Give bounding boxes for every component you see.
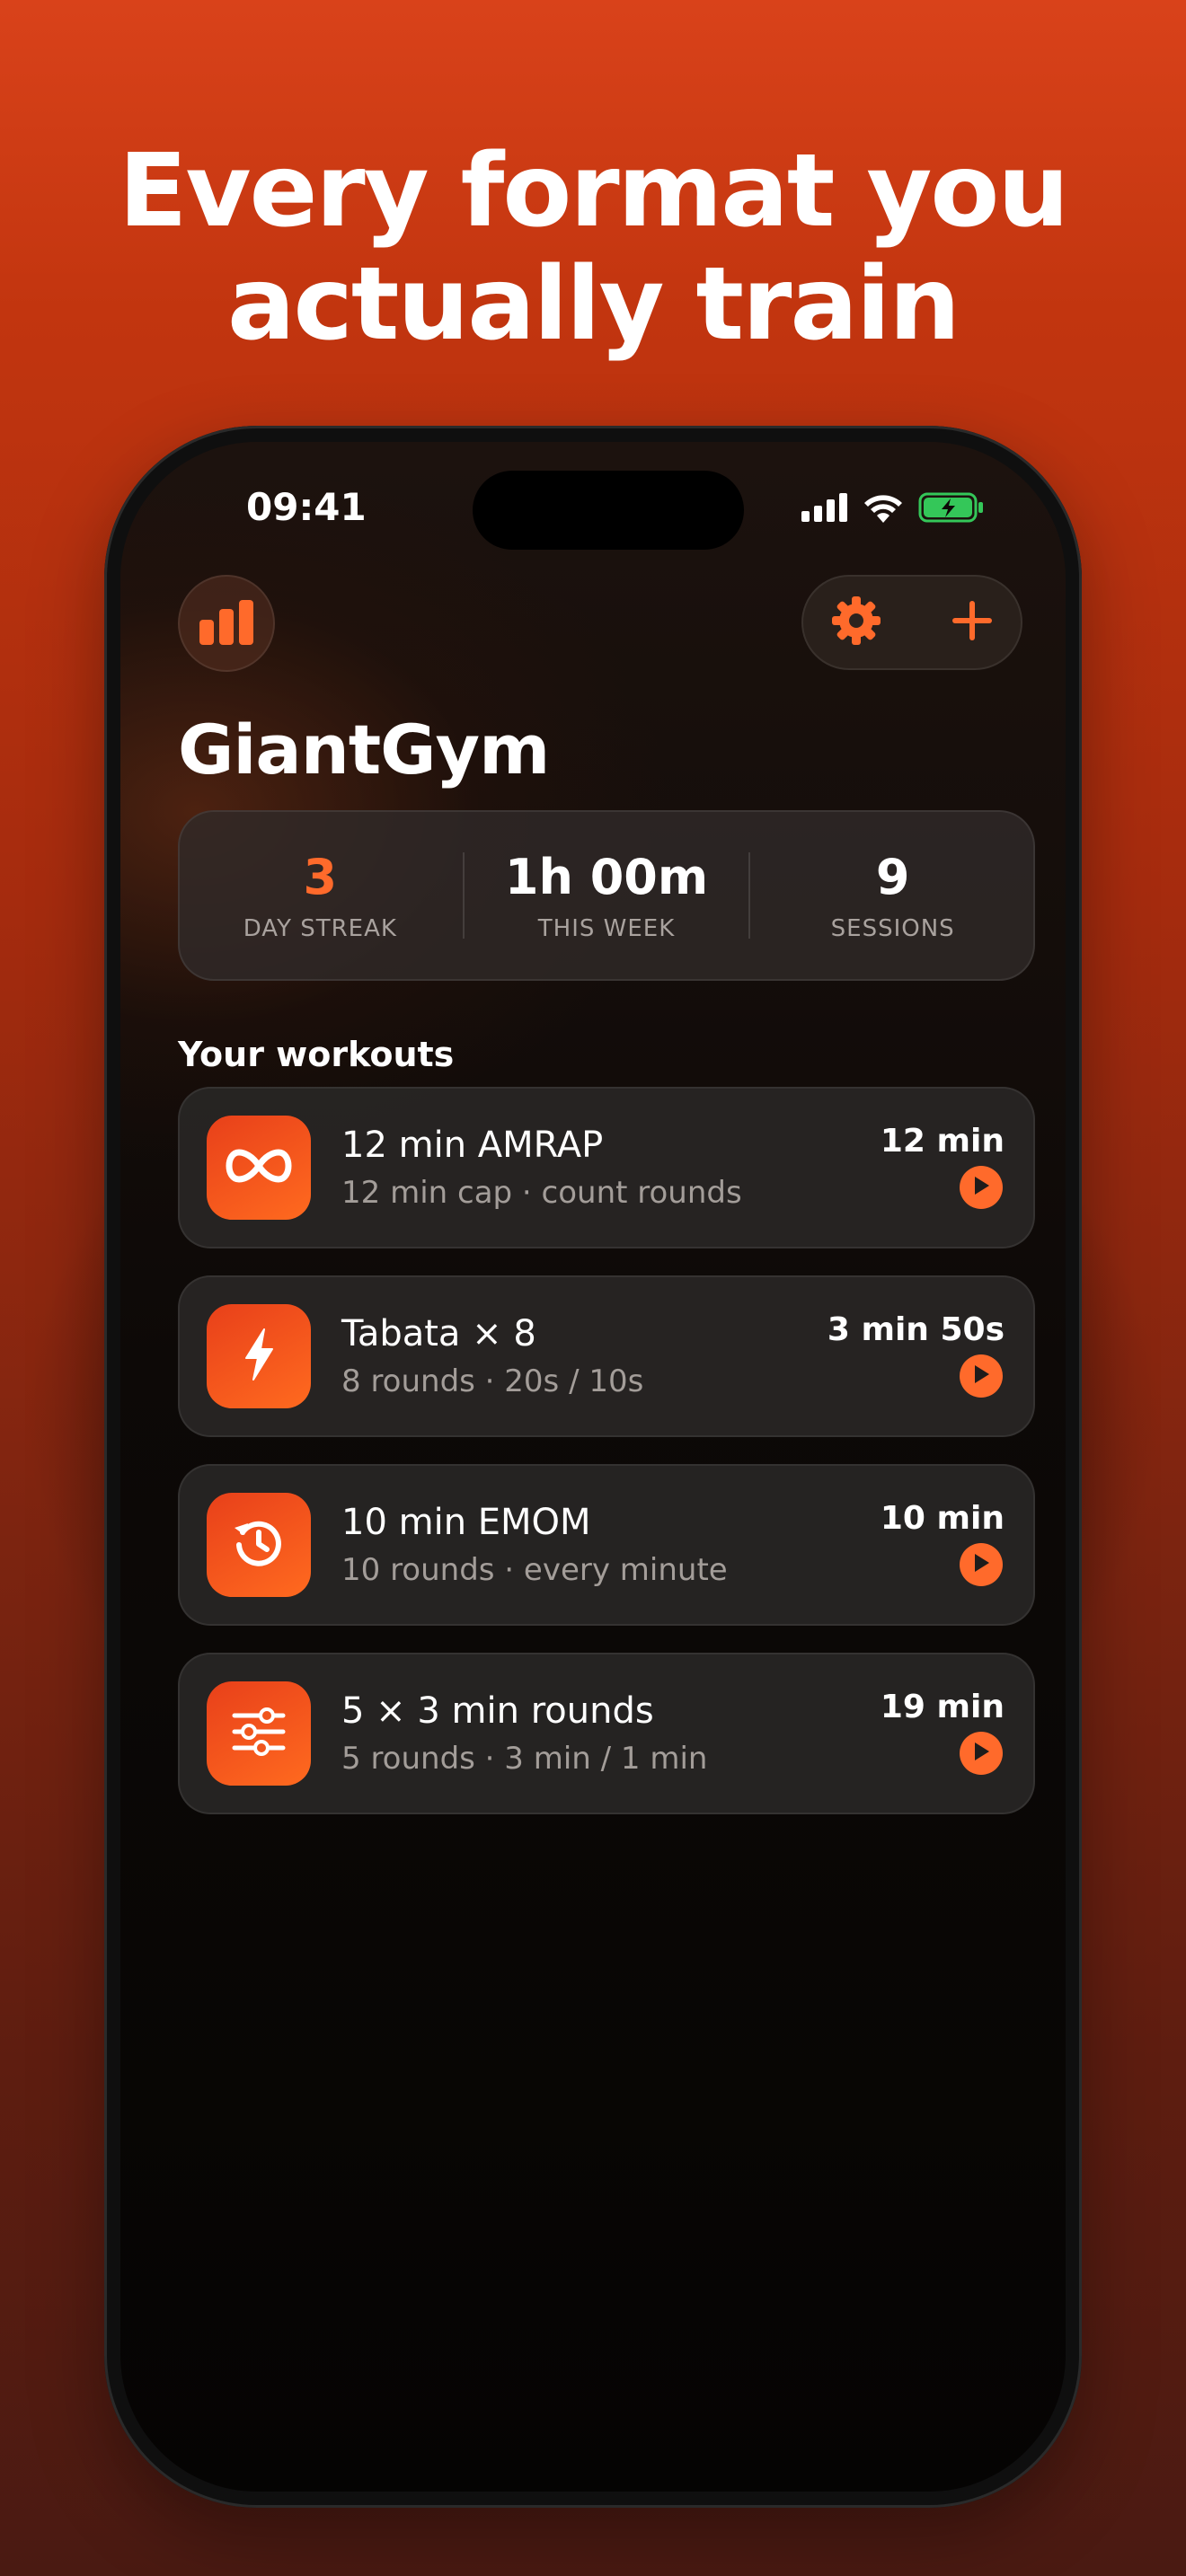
workout-icon-tile [207, 1681, 311, 1786]
app-title: GiantGym [178, 710, 550, 790]
toolbar-actions [801, 575, 1022, 670]
stat-this-week: 1h 00m THIS WEEK [465, 849, 749, 942]
status-time: 09:41 [246, 485, 367, 529]
workout-subtitle: 12 min cap · count rounds [341, 1175, 742, 1211]
settings-button[interactable] [830, 595, 882, 650]
workout-subtitle: 10 rounds · every minute [341, 1552, 728, 1588]
workout-name: 5 × 3 min rounds [341, 1690, 654, 1732]
history-clock-icon [231, 1515, 287, 1575]
play-icon [972, 1553, 990, 1576]
stats-button[interactable] [178, 575, 275, 672]
phone-frame: 09:41 GiantGym 3 DAY STREAK 1h 00m THIS … [104, 426, 1082, 2508]
workout-duration: 10 min [880, 1500, 1005, 1537]
workout-duration: 12 min [880, 1123, 1005, 1160]
add-workout-button[interactable] [951, 599, 994, 646]
wifi-icon [863, 492, 904, 526]
workout-card-emom[interactable]: 10 min EMOM 10 rounds · every minute 10 … [178, 1464, 1035, 1626]
play-icon [972, 1176, 990, 1199]
headline: Every format you actually train [0, 135, 1186, 361]
play-button[interactable] [960, 1354, 1003, 1398]
lightning-icon [241, 1328, 277, 1385]
stat-label: DAY STREAK [243, 915, 397, 942]
play-icon [972, 1742, 990, 1765]
section-title: Your workouts [178, 1035, 455, 1074]
cellular-signal-icon [801, 493, 848, 525]
workout-duration: 19 min [880, 1689, 1005, 1725]
workout-card-rounds[interactable]: 5 × 3 min rounds 5 rounds · 3 min / 1 mi… [178, 1653, 1035, 1814]
workout-subtitle: 5 rounds · 3 min / 1 min [341, 1741, 708, 1777]
stat-sessions: 9 SESSIONS [750, 849, 1035, 942]
workout-name: 10 min EMOM [341, 1502, 591, 1543]
headline-line-1: Every format you [118, 133, 1069, 250]
stat-label: THIS WEEK [537, 915, 676, 942]
stats-card: 3 DAY STREAK 1h 00m THIS WEEK 9 SESSIONS [178, 810, 1035, 981]
play-icon [972, 1364, 990, 1388]
workout-name: 12 min AMRAP [341, 1125, 604, 1166]
stat-day-streak: 3 DAY STREAK [178, 849, 463, 942]
bar-chart-icon [198, 598, 255, 648]
status-icons [801, 492, 985, 526]
stat-label: SESSIONS [830, 915, 955, 942]
workout-name: Tabata × 8 [341, 1313, 536, 1354]
play-button[interactable] [960, 1166, 1003, 1209]
workout-icon-tile [207, 1116, 311, 1220]
phone-screen: 09:41 GiantGym 3 DAY STREAK 1h 00m THIS … [120, 442, 1066, 2492]
workout-card-amrap[interactable]: 12 min AMRAP 12 min cap · count rounds 1… [178, 1087, 1035, 1248]
stat-value: 3 [303, 849, 338, 905]
battery-icon [918, 492, 985, 526]
infinity-icon [226, 1148, 292, 1187]
sliders-icon [231, 1707, 287, 1760]
stat-value: 9 [875, 849, 910, 905]
play-button[interactable] [960, 1732, 1003, 1775]
plus-icon [951, 601, 994, 646]
headline-line-2: actually train [226, 246, 960, 363]
stat-value: 1h 00m [504, 849, 709, 905]
workout-card-tabata[interactable]: Tabata × 8 8 rounds · 20s / 10s 3 min 50… [178, 1275, 1035, 1437]
workout-subtitle: 8 rounds · 20s / 10s [341, 1363, 644, 1399]
dynamic-island [473, 471, 744, 550]
workout-icon-tile [207, 1493, 311, 1597]
workout-duration: 3 min 50s [827, 1311, 1005, 1348]
gear-icon [830, 596, 882, 650]
workout-icon-tile [207, 1304, 311, 1408]
play-button[interactable] [960, 1543, 1003, 1586]
